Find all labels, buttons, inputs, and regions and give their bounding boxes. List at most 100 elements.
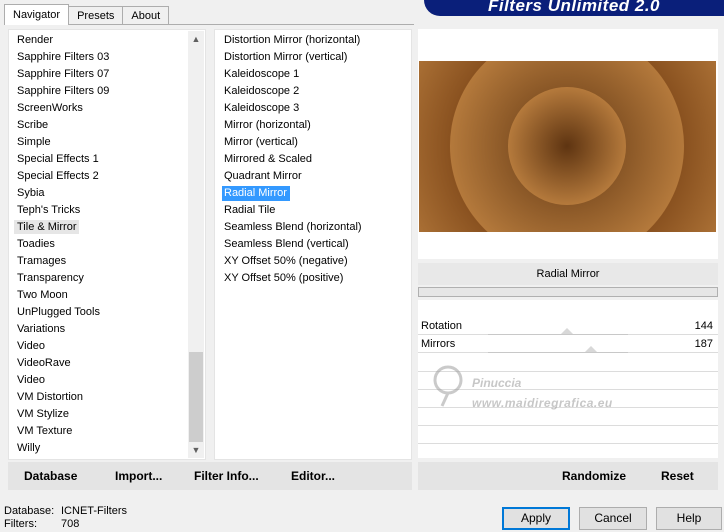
filter-item-label: Distortion Mirror (horizontal) xyxy=(224,34,361,46)
filter-item-label: Mirrored & Scaled xyxy=(224,153,313,165)
help-button[interactable]: Help xyxy=(656,507,722,530)
filter-item[interactable]: Seamless Blend (vertical) xyxy=(215,236,411,253)
category-item[interactable]: Sapphire Filters 03 xyxy=(9,49,189,66)
filter-item[interactable]: Seamless Blend (horizontal) xyxy=(215,219,411,236)
filter-items: Distortion Mirror (horizontal) Distortion… xyxy=(215,32,411,287)
cancel-button[interactable]: Cancel xyxy=(579,507,647,530)
param-label: Rotation xyxy=(421,320,462,332)
category-item[interactable]: Sapphire Filters 07 xyxy=(9,66,189,83)
category-item[interactable]: Video xyxy=(9,372,189,389)
category-item-label: Two Moon xyxy=(17,289,68,301)
preview-panel xyxy=(418,29,718,259)
tab-navigator[interactable]: Navigator xyxy=(4,4,70,25)
filter-item[interactable]: XY Offset 50% (positive) xyxy=(215,270,411,287)
category-item[interactable]: UnPlugged Tools xyxy=(9,304,189,321)
preview-svg xyxy=(419,61,716,232)
database-button[interactable]: Database xyxy=(24,469,77,483)
category-item[interactable]: Sybia xyxy=(9,185,189,202)
category-item-label: Simple xyxy=(17,136,51,148)
category-item[interactable]: Teph's Tricks xyxy=(9,202,189,219)
editor-button[interactable]: Editor... xyxy=(291,469,335,483)
category-item[interactable]: Video xyxy=(9,338,189,355)
filter-item-label: XY Offset 50% (negative) xyxy=(224,255,348,267)
category-item[interactable]: ScreenWorks xyxy=(9,100,189,117)
status-filters-label: Filters: xyxy=(4,518,37,530)
status-database-label: Database: xyxy=(4,505,55,517)
apply-button[interactable]: Apply xyxy=(502,507,570,530)
category-item[interactable]: Two Moon xyxy=(9,287,189,304)
category-item[interactable]: VideoRave xyxy=(9,355,189,372)
filter-item[interactable]: Radial Tile xyxy=(215,202,411,219)
category-item-label: Scribe xyxy=(17,119,49,131)
category-item-label: Video xyxy=(17,374,45,386)
param-slider-thumb[interactable] xyxy=(561,328,574,334)
filter-item-label: Kaleidoscope 2 xyxy=(224,85,300,97)
filter-item[interactable]: Quadrant Mirror xyxy=(215,168,411,185)
filter-item[interactable]: Kaleidoscope 1 xyxy=(215,66,411,83)
filter-controls: Rotation 144 Mirrors 187 xyxy=(418,300,718,458)
category-item[interactable]: Willy xyxy=(9,440,189,457)
progress-bar xyxy=(418,287,718,297)
category-item[interactable]: Transparency xyxy=(9,270,189,287)
filter-item[interactable]: Mirrored & Scaled xyxy=(215,151,411,168)
category-item-label: VM Stylize xyxy=(17,408,69,420)
category-item-label: Special Effects 2 xyxy=(17,170,99,182)
app-banner: Filters Unlimited 2.0 xyxy=(424,0,724,16)
filter-list[interactable]: Distortion Mirror (horizontal) Distortion… xyxy=(214,29,412,460)
param-row-mirrors[interactable]: Mirrors 187 xyxy=(418,336,718,353)
reset-button[interactable]: Reset xyxy=(661,469,694,483)
category-item[interactable]: Simple xyxy=(9,134,189,151)
category-item[interactable]: VM Texture xyxy=(9,423,189,440)
category-item-label: VideoRave xyxy=(17,357,71,369)
filter-item-label: Distortion Mirror (vertical) xyxy=(224,51,348,63)
category-item[interactable]: Toadies xyxy=(9,236,189,253)
param-row-empty xyxy=(418,389,718,390)
filter-name-display: Radial Mirror xyxy=(418,263,718,285)
randomize-button[interactable]: Randomize xyxy=(562,469,626,483)
category-item-label: Toadies xyxy=(17,238,55,250)
category-item[interactable]: Tile & Mirror xyxy=(9,219,189,236)
filter-item-label: XY Offset 50% (positive) xyxy=(224,272,344,284)
filter-item[interactable]: Distortion Mirror (vertical) xyxy=(215,49,411,66)
category-item-label: Transparency xyxy=(17,272,84,284)
category-item[interactable]: Tramages xyxy=(9,253,189,270)
category-item[interactable]: VM Distortion xyxy=(9,389,189,406)
param-label: Mirrors xyxy=(421,338,456,350)
filter-item[interactable]: Mirror (vertical) xyxy=(215,134,411,151)
category-item[interactable]: Render xyxy=(9,32,189,49)
preview-image xyxy=(419,61,716,232)
filter-item[interactable]: Distortion Mirror (horizontal) xyxy=(215,32,411,49)
scroll-down-icon[interactable]: ▼ xyxy=(188,442,204,458)
category-item[interactable]: VM Stylize xyxy=(9,406,189,423)
scroll-thumb[interactable] xyxy=(189,352,203,442)
category-item-label: Sapphire Filters 03 xyxy=(17,51,110,63)
category-item[interactable]: Sapphire Filters 09 xyxy=(9,83,189,100)
filter-item-label: Mirror (vertical) xyxy=(224,136,298,148)
filter-item-label: Seamless Blend (horizontal) xyxy=(224,221,362,233)
status-info: Database: ICNET-Filters Filters: 708 xyxy=(4,505,127,531)
category-item-label: Teph's Tricks xyxy=(17,204,81,216)
category-list[interactable]: Render Sapphire Filters 03 Sapphire Filter… xyxy=(8,29,206,460)
import-button[interactable]: Import... xyxy=(115,469,162,483)
param-row-rotation[interactable]: Rotation 144 xyxy=(418,318,718,335)
scroll-up-icon[interactable]: ▲ xyxy=(188,31,204,47)
category-item[interactable]: Variations xyxy=(9,321,189,338)
category-item[interactable]: Special Effects 1 xyxy=(9,151,189,168)
filter-item[interactable]: Radial Mirror xyxy=(215,185,411,202)
category-item-label: Tramages xyxy=(17,255,67,267)
category-item[interactable]: Scribe xyxy=(9,117,189,134)
category-item[interactable]: Special Effects 2 xyxy=(9,168,189,185)
tab-about[interactable]: About xyxy=(122,6,170,25)
filter-item-label: Seamless Blend (vertical) xyxy=(224,238,349,250)
category-item-label: Special Effects 1 xyxy=(17,153,99,165)
category-item-label: VM Distortion xyxy=(17,391,84,403)
filter-info-button[interactable]: Filter Info... xyxy=(194,469,259,483)
filter-item-label: Kaleidoscope 1 xyxy=(224,68,300,80)
filter-item[interactable]: XY Offset 50% (negative) xyxy=(215,253,411,270)
filter-item[interactable]: Mirror (horizontal) xyxy=(215,117,411,134)
param-slider-thumb[interactable] xyxy=(584,346,597,352)
filter-item[interactable]: Kaleidoscope 2 xyxy=(215,83,411,100)
filter-item[interactable]: Kaleidoscope 3 xyxy=(215,100,411,117)
tab-presets[interactable]: Presets xyxy=(68,6,124,25)
category-scrollbar[interactable]: ▲ ▼ xyxy=(188,31,204,458)
